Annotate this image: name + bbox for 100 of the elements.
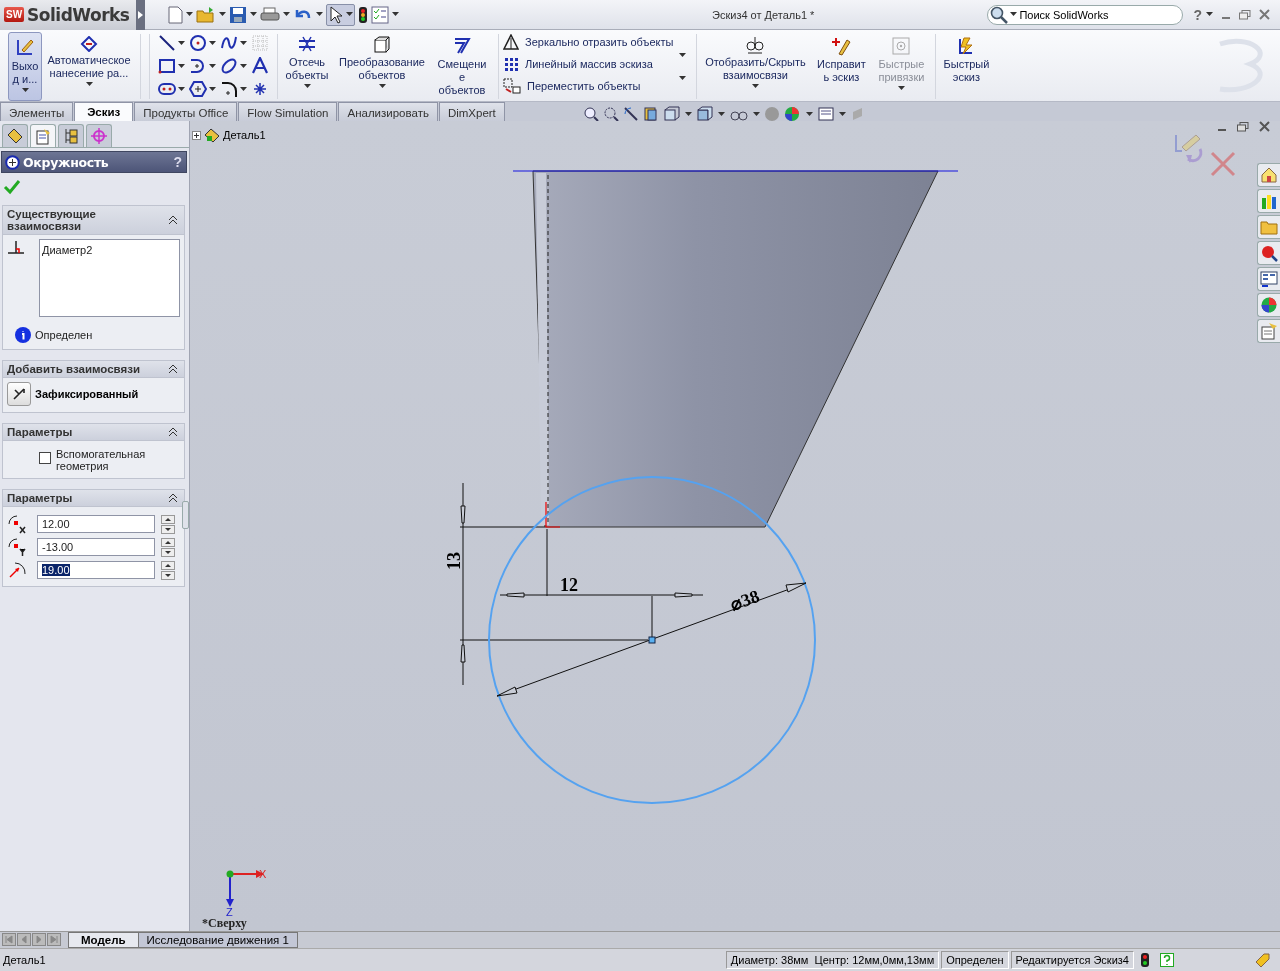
caret-icon[interactable] xyxy=(178,40,185,46)
spin-down-icon[interactable] xyxy=(161,570,175,580)
spin-up-icon[interactable] xyxy=(161,537,175,547)
dimension-value[interactable]: ⌀38 xyxy=(727,586,762,615)
dimension-value[interactable]: 12 xyxy=(560,575,578,596)
spin-up-icon[interactable] xyxy=(161,514,175,524)
line-tool-icon[interactable] xyxy=(158,34,176,52)
library-books-icon[interactable] xyxy=(1260,192,1278,211)
appearance-ball-icon[interactable] xyxy=(1260,296,1278,315)
caret-icon[interactable] xyxy=(85,82,93,87)
pencil-plus-icon[interactable] xyxy=(831,36,852,56)
expand-icon[interactable] xyxy=(192,130,201,140)
caret-icon[interactable] xyxy=(806,111,813,117)
help-button[interactable]: ? xyxy=(1193,6,1202,23)
point-tool-icon[interactable] xyxy=(251,80,269,98)
caret-icon[interactable] xyxy=(283,12,290,17)
menu-expand-button[interactable] xyxy=(136,0,145,30)
rectangle-tool-icon[interactable] xyxy=(158,57,176,75)
app-logo[interactable]: SW SolidWorks xyxy=(0,0,136,30)
command-tab[interactable]: Эскиз xyxy=(74,102,134,122)
command-tab[interactable]: Элементы xyxy=(0,102,74,122)
ribbon-button[interactable]: Исправить эскиз xyxy=(811,32,872,102)
trim-icon[interactable] xyxy=(297,36,317,54)
linear-pattern-icon[interactable] xyxy=(503,56,519,72)
caret-icon[interactable] xyxy=(209,40,216,46)
command-tab[interactable]: DimXpert xyxy=(438,102,505,122)
ribbon-button[interactable]: Автоматическое нанесение ра... xyxy=(44,32,134,102)
collapse-icon[interactable] xyxy=(168,215,178,226)
ribbon-button[interactable]: Выход и... xyxy=(8,32,42,102)
relations-list[interactable]: Диаметр2 xyxy=(39,239,180,318)
model-tab[interactable]: Модель xyxy=(68,932,139,949)
tag-icon[interactable] xyxy=(1254,952,1270,969)
ribbon-button[interactable]: Отсечь объекты xyxy=(282,32,332,102)
collapse-icon[interactable] xyxy=(168,427,178,438)
restore-icon[interactable] xyxy=(1237,121,1249,132)
caret-icon[interactable] xyxy=(186,12,193,17)
view-orientation-icon[interactable] xyxy=(663,106,681,123)
restore-icon[interactable] xyxy=(1239,9,1251,20)
ribbon-button[interactable]: Преобразование объектов xyxy=(334,32,430,102)
relation-button[interactable]: Зафиксированный xyxy=(7,382,180,407)
help-button[interactable]: ? xyxy=(173,154,182,171)
dimension-value[interactable]: 13 xyxy=(444,552,464,571)
command-tab[interactable]: Flow Simulation xyxy=(238,102,338,122)
zoom-fit-icon[interactable] xyxy=(583,106,599,123)
caret-icon[interactable] xyxy=(718,111,725,117)
offset-icon[interactable] xyxy=(452,36,472,56)
scene-icon[interactable] xyxy=(784,106,802,123)
circle-tool-icon[interactable] xyxy=(189,34,207,52)
text-tool-icon[interactable] xyxy=(251,57,269,75)
ribbon-list-item[interactable]: Линейный массив эскиза xyxy=(503,56,674,72)
caret-icon[interactable] xyxy=(1206,12,1213,17)
caret-icon[interactable] xyxy=(21,88,29,93)
caret-icon[interactable] xyxy=(679,75,687,81)
collapse-icon[interactable] xyxy=(168,364,178,375)
caret-icon[interactable] xyxy=(753,111,760,117)
rebuild-light-icon[interactable] xyxy=(1140,952,1150,969)
command-tab[interactable]: Анализировать xyxy=(338,102,438,122)
input-field[interactable]: 19.00 xyxy=(37,561,155,580)
printer-icon[interactable] xyxy=(260,5,280,24)
caret-icon[interactable] xyxy=(209,86,216,92)
move-entities-icon[interactable] xyxy=(503,78,521,94)
search-icon[interactable] xyxy=(1260,244,1278,263)
zoom-area-icon[interactable] xyxy=(603,106,619,123)
convert-entities-icon[interactable] xyxy=(373,36,391,54)
smart-dimension-icon[interactable] xyxy=(80,36,98,52)
ribbon-button[interactable]: Быстрый эскиз xyxy=(940,32,993,102)
model-tab[interactable]: Исследование движения 1 xyxy=(137,932,298,949)
palette-panel-icon[interactable] xyxy=(1260,270,1278,289)
caret-icon[interactable] xyxy=(839,111,846,117)
save-icon[interactable] xyxy=(229,5,247,24)
collapse-icon[interactable] xyxy=(168,493,178,504)
close-icon[interactable] xyxy=(1259,9,1270,20)
caret-icon[interactable] xyxy=(685,111,692,117)
caret-icon[interactable] xyxy=(316,12,323,17)
caret-icon[interactable] xyxy=(346,12,353,17)
caret-icon[interactable] xyxy=(378,84,386,89)
caret-icon[interactable] xyxy=(392,12,399,17)
caret-icon[interactable] xyxy=(751,84,759,89)
ribbon-button[interactable]: Смещение объектов xyxy=(432,32,492,102)
relations-glasses-icon[interactable] xyxy=(745,36,766,54)
caret-icon[interactable] xyxy=(679,52,687,58)
pointer-icon[interactable] xyxy=(328,5,344,24)
slot-tool-icon[interactable] xyxy=(158,80,176,98)
input-field[interactable]: -13.00 xyxy=(37,538,155,557)
relation-item[interactable]: Диаметр2 xyxy=(42,244,177,257)
arc-tool-icon[interactable] xyxy=(189,57,207,75)
ribbon-list-item[interactable]: Зеркально отразить объекты xyxy=(503,34,674,50)
view-settings-icon[interactable] xyxy=(817,106,835,123)
ribbon-button[interactable]: Отобразить/Скрыть взаимосвязи xyxy=(701,32,810,102)
caret-icon[interactable] xyxy=(250,12,257,17)
section-view-icon[interactable] xyxy=(643,106,659,123)
custom-properties-icon[interactable] xyxy=(1260,322,1278,341)
previous-view-icon[interactable] xyxy=(623,106,639,123)
spline-tool-icon[interactable] xyxy=(220,34,238,52)
caret-icon[interactable] xyxy=(240,40,247,46)
input-field[interactable]: 12.00 xyxy=(37,515,155,534)
help-icon[interactable] xyxy=(1160,953,1174,968)
spin-down-icon[interactable] xyxy=(161,524,175,534)
home-icon[interactable] xyxy=(1260,166,1278,185)
caret-icon[interactable] xyxy=(303,84,311,89)
